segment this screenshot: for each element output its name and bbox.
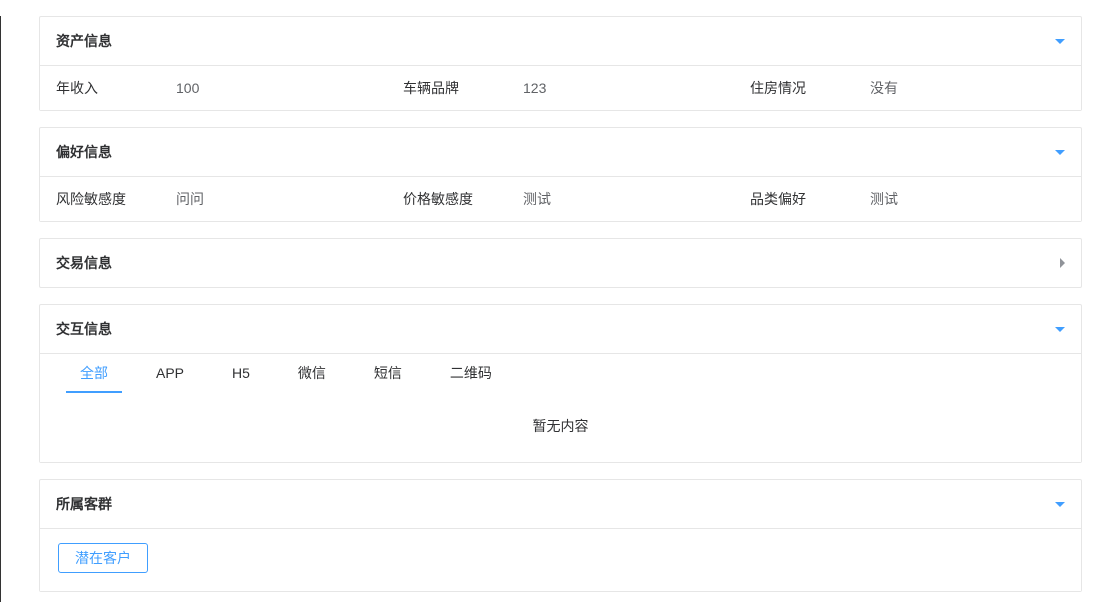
asset-cell-house: 住房情况 没有 bbox=[734, 66, 1081, 110]
panel-header-preference[interactable]: 偏好信息 bbox=[40, 128, 1081, 176]
caret-down-icon bbox=[1055, 327, 1065, 332]
caret-right-icon bbox=[1060, 258, 1065, 268]
pref-cell-category: 品类偏好 测试 bbox=[734, 177, 1081, 221]
asset-cell-car: 车辆品牌 123 bbox=[387, 66, 734, 110]
panel-title-interaction: 交互信息 bbox=[56, 319, 112, 339]
tab-sms[interactable]: 短信 bbox=[350, 353, 426, 393]
panel-title-group: 所属客群 bbox=[56, 494, 112, 514]
field-value: 测试 bbox=[870, 189, 1081, 209]
field-label: 风险敏感度 bbox=[56, 189, 176, 209]
field-value: 问问 bbox=[176, 189, 387, 209]
panel-title-asset: 资产信息 bbox=[56, 31, 112, 51]
field-label: 价格敏感度 bbox=[403, 189, 523, 209]
pref-cell-price: 价格敏感度 测试 bbox=[387, 177, 734, 221]
field-value: 123 bbox=[523, 80, 734, 96]
field-label: 品类偏好 bbox=[750, 189, 870, 209]
field-value: 100 bbox=[176, 80, 387, 96]
field-label: 住房情况 bbox=[750, 78, 870, 98]
panel-body-preference: 风险敏感度 问问 价格敏感度 测试 品类偏好 测试 bbox=[40, 176, 1081, 221]
asset-row: 年收入 100 车辆品牌 123 住房情况 没有 bbox=[40, 66, 1081, 110]
interaction-tabs: 全部 APP H5 微信 短信 二维码 bbox=[40, 354, 1081, 394]
panel-customer-group: 所属客群 潜在客户 bbox=[39, 479, 1082, 592]
asset-cell-income: 年收入 100 bbox=[40, 66, 387, 110]
panel-header-interaction[interactable]: 交互信息 bbox=[40, 305, 1081, 353]
panel-transaction-info: 交易信息 bbox=[39, 238, 1082, 288]
panel-header-asset[interactable]: 资产信息 bbox=[40, 17, 1081, 65]
tab-app[interactable]: APP bbox=[132, 353, 208, 393]
panel-interaction-info: 交互信息 全部 APP H5 微信 短信 二维码 暂无内容 bbox=[39, 304, 1082, 463]
panel-asset-info: 资产信息 年收入 100 车辆品牌 123 住房情况 没有 bbox=[39, 16, 1082, 111]
field-label: 车辆品牌 bbox=[403, 78, 523, 98]
preference-row: 风险敏感度 问问 价格敏感度 测试 品类偏好 测试 bbox=[40, 177, 1081, 221]
caret-down-icon bbox=[1055, 502, 1065, 507]
tab-qrcode[interactable]: 二维码 bbox=[426, 353, 516, 393]
tab-all[interactable]: 全部 bbox=[56, 353, 132, 393]
pref-cell-risk: 风险敏感度 问问 bbox=[40, 177, 387, 221]
panel-body-group: 潜在客户 bbox=[40, 528, 1081, 591]
panel-header-transaction[interactable]: 交易信息 bbox=[40, 239, 1081, 287]
tab-wechat[interactable]: 微信 bbox=[274, 353, 350, 393]
field-value: 没有 bbox=[870, 78, 1081, 98]
field-value: 测试 bbox=[523, 189, 734, 209]
panel-header-group[interactable]: 所属客群 bbox=[40, 480, 1081, 528]
tab-h5[interactable]: H5 bbox=[208, 353, 274, 393]
panel-preference-info: 偏好信息 风险敏感度 问问 价格敏感度 测试 品类偏好 测试 bbox=[39, 127, 1082, 222]
panel-body-asset: 年收入 100 车辆品牌 123 住房情况 没有 bbox=[40, 65, 1081, 110]
caret-down-icon bbox=[1055, 150, 1065, 155]
panel-title-transaction: 交易信息 bbox=[56, 253, 112, 273]
interaction-empty-text: 暂无内容 bbox=[40, 394, 1081, 462]
panel-title-preference: 偏好信息 bbox=[56, 142, 112, 162]
tag-potential-customer[interactable]: 潜在客户 bbox=[58, 543, 148, 573]
group-tags: 潜在客户 bbox=[40, 529, 1081, 591]
panel-body-interaction: 全部 APP H5 微信 短信 二维码 暂无内容 bbox=[40, 353, 1081, 462]
field-label: 年收入 bbox=[56, 78, 176, 98]
caret-down-icon bbox=[1055, 39, 1065, 44]
